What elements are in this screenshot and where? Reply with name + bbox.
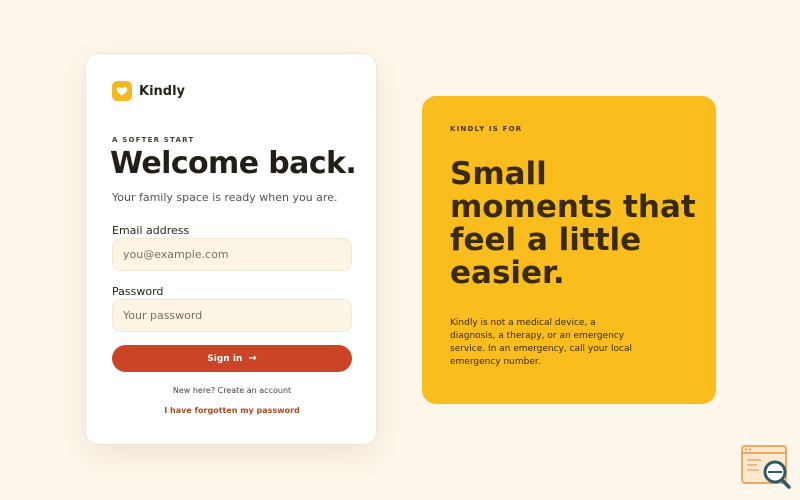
promo-disclaimer: Kindly is not a medical device, a diagno…: [450, 318, 632, 367]
promo-headline: Small moments that feel a little easier.: [450, 156, 696, 291]
password-label: Password: [112, 285, 164, 298]
promo-eyebrow: KINDLY IS FOR: [450, 125, 523, 133]
forgot-password-link[interactable]: I have forgotten my password: [86, 406, 378, 415]
brand-name: Kindly: [139, 83, 186, 99]
promo-panel: KINDLY IS FOR Small moments that feel a …: [422, 96, 716, 404]
browser-search-icon[interactable]: [741, 445, 791, 489]
arrow-right-icon: →: [248, 353, 257, 364]
heart-icon: [112, 81, 132, 101]
sign-in-label: Sign in: [207, 353, 243, 364]
page-title: Welcome back.: [110, 146, 357, 181]
login-card: Kindly A SOFTER START Welcome back. Your…: [85, 53, 377, 445]
email-field[interactable]: [112, 238, 352, 271]
password-field[interactable]: [112, 299, 352, 332]
create-account-link[interactable]: New here? Create an account: [86, 386, 378, 395]
brand: Kindly: [112, 81, 185, 101]
login-eyebrow: A SOFTER START: [112, 136, 195, 144]
sign-in-button[interactable]: Sign in →: [112, 345, 352, 372]
email-label: Email address: [112, 224, 190, 237]
page-subtitle: Your family space is ready when you are.: [112, 191, 338, 204]
